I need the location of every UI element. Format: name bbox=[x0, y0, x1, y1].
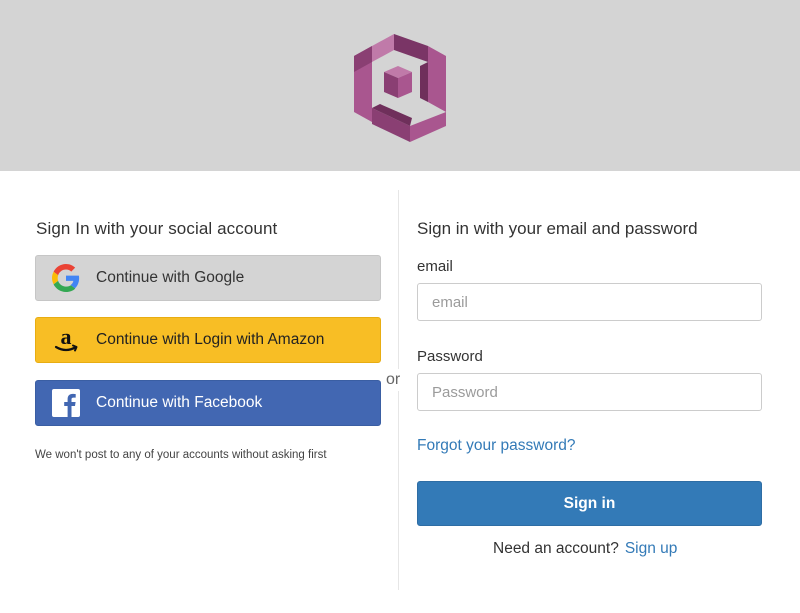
svg-text:a: a bbox=[61, 325, 72, 349]
password-label: Password bbox=[417, 348, 483, 365]
amazon-icon: a bbox=[50, 324, 82, 356]
email-signin-heading: Sign in with your email and password bbox=[417, 219, 698, 238]
or-separator: or bbox=[386, 369, 401, 391]
email-label: email bbox=[417, 258, 453, 275]
facebook-signin-button[interactable]: Continue with Facebook bbox=[35, 380, 381, 426]
social-privacy-note: We won't post to any of your accounts wi… bbox=[35, 449, 327, 461]
google-signin-label: Continue with Google bbox=[96, 269, 245, 286]
signup-link[interactable]: Sign up bbox=[625, 540, 678, 557]
facebook-icon bbox=[50, 387, 82, 419]
google-icon bbox=[50, 262, 82, 294]
password-field[interactable] bbox=[417, 373, 762, 411]
cognito-logo-icon bbox=[350, 26, 450, 146]
social-signin-heading: Sign In with your social account bbox=[36, 219, 278, 238]
signin-button[interactable]: Sign in bbox=[417, 481, 762, 526]
amazon-signin-label: Continue with Login with Amazon bbox=[96, 331, 325, 348]
google-signin-button[interactable]: Continue with Google bbox=[35, 255, 381, 301]
forgot-password-link[interactable]: Forgot your password? bbox=[417, 437, 576, 455]
email-field[interactable] bbox=[417, 283, 762, 321]
amazon-signin-button[interactable]: a Continue with Login with Amazon bbox=[35, 317, 381, 363]
need-account-text: Need an account? bbox=[493, 540, 619, 557]
header-banner bbox=[0, 0, 800, 171]
facebook-signin-label: Continue with Facebook bbox=[96, 394, 263, 411]
